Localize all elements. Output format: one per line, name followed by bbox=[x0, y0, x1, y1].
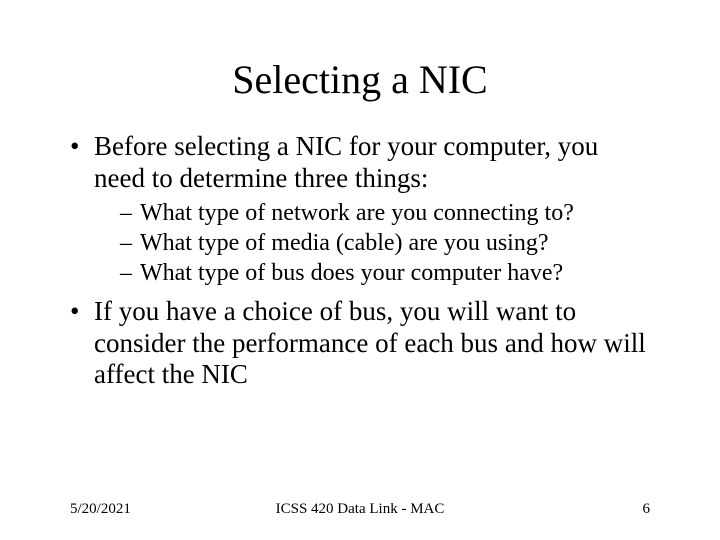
slide: Selecting a NIC Before selecting a NIC f… bbox=[0, 0, 720, 540]
bullet-item: Before selecting a NIC for your computer… bbox=[70, 131, 650, 288]
slide-title: Selecting a NIC bbox=[0, 0, 720, 103]
sub-bullet-item: What type of bus does your computer have… bbox=[120, 259, 650, 287]
footer-page-number: 6 bbox=[643, 501, 651, 518]
sub-bullet-text: What type of bus does your computer have… bbox=[140, 260, 563, 286]
sub-bullet-item: What type of media (cable) are you using… bbox=[120, 229, 650, 257]
bullet-text: Before selecting a NIC for your computer… bbox=[94, 131, 598, 193]
sub-bullet-text: What type of media (cable) are you using… bbox=[140, 230, 549, 256]
bullet-list: Before selecting a NIC for your computer… bbox=[70, 131, 650, 391]
slide-footer: 5/20/2021 ICSS 420 Data Link - MAC 6 bbox=[0, 501, 720, 518]
bullet-item: If you have a choice of bus, you will wa… bbox=[70, 296, 650, 392]
slide-body: Before selecting a NIC for your computer… bbox=[0, 103, 720, 391]
sub-bullet-text: What type of network are you connecting … bbox=[140, 200, 574, 226]
sub-bullet-item: What type of network are you connecting … bbox=[120, 199, 650, 227]
bullet-text: If you have a choice of bus, you will wa… bbox=[94, 296, 646, 390]
sub-bullet-list: What type of network are you connecting … bbox=[120, 199, 650, 288]
footer-date: 5/20/2021 bbox=[70, 501, 131, 518]
footer-course: ICSS 420 Data Link - MAC bbox=[276, 501, 445, 518]
